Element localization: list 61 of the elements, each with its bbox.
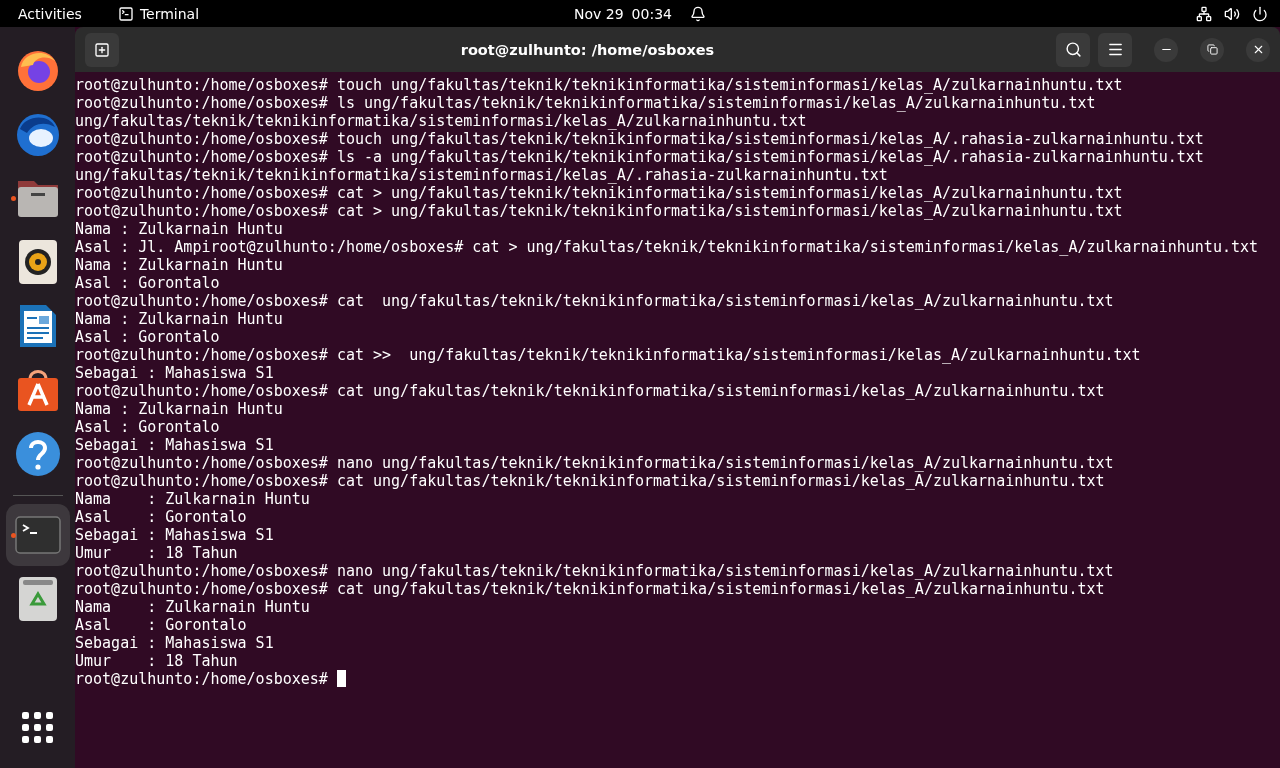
terminal-line: Nama : Zulkarnain Huntu [75, 310, 284, 328]
restore-button[interactable] [1200, 37, 1224, 62]
terminal-line: Sebagai : Mahasiswa S1 [75, 436, 275, 454]
terminal-line: Asal : Gorontalo [75, 274, 221, 292]
terminal-line: Nama : Zulkarnain Huntu [75, 256, 284, 274]
terminal-line: root@zulhunto:/home/osboxes# nano ung/fakultas/teknik/teknikinformatika/sisteminformasi/kelas_A/zulkarnainhuntu.txt [75, 454, 1115, 472]
search-icon [1064, 41, 1082, 58]
terminal-line: Umur : 18 Tahun [75, 652, 239, 670]
terminal-line: root@zulhunto:/home/osboxes# cat ung/fakultas/teknik/teknikinformatika/sisteminformasi/kelas_A/zulkarnainhuntu.txt [75, 472, 1106, 490]
terminal-line: Sebagai : Mahasiswa S1 [75, 634, 275, 652]
window-title: root@zulhunto: /home/osboxes [459, 41, 716, 58]
activities-button[interactable]: Activities [18, 5, 82, 22]
network-icon[interactable] [1196, 5, 1212, 22]
document-icon[interactable] [17, 303, 58, 349]
text-cursor [336, 670, 346, 687]
terminal-line: Nama : Zulkarnain Huntu [75, 490, 311, 508]
terminal-line: root@zulhunto:/home/osboxes# cat > ung/fakultas/teknik/teknikinformatika/sisteminformasi/kelas_A/zulkarnainhuntu.txt [75, 202, 1124, 220]
app-menu[interactable]: Terminal [117, 5, 200, 22]
terminal-line: root@zulhunto:/home/osboxes# touch ung/fakultas/teknik/teknikinformatika/sisteminformasi/kelas_A/zulkarnainhuntu.txt [75, 76, 1124, 94]
terminal-line: root@zulhunto:/home/osboxes# cat ung/fakultas/teknik/teknikinformatika/sisteminformasi/kelas_A/zulkarnainhuntu.txt [75, 292, 1115, 310]
terminal-line: Asal : Gorontalo [75, 508, 248, 526]
terminal-icon [117, 5, 134, 22]
app-grid-icon[interactable] [21, 712, 54, 744]
terminal-line: Nama : Zulkarnain Huntu [75, 400, 284, 418]
terminal-line: root@zulhunto:/home/osboxes# nano ung/fakultas/teknik/teknikinformatika/sisteminformasi/kelas_A/zulkarnainhuntu.txt [75, 562, 1115, 580]
terminal-line: Sebagai : Mahasiswa S1 [75, 526, 275, 544]
terminal-line: root@zulhunto:/home/osboxes# cat >> ung/fakultas/teknik/teknikinformatika/sisteminformasi/kelas_A/zulkarnainhuntu.txt [75, 346, 1142, 364]
terminal-line: ung/fakultas/teknik/teknikinformatika/sisteminformasi/kelas_A/.rahasia-zulkarnainhuntu.txt [75, 166, 889, 184]
terminal-line: Asal : Jl. Ampiroot@zulhunto:/home/osboxes# cat > ung/fakultas/teknik/teknikinformatika/sisteminformasi/kelas_A/zulkarnainhuntu.txt [75, 238, 1260, 256]
terminal-line: root@zulhunto:/home/osboxes# touch ung/fakultas/teknik/teknikinformatika/sisteminformasi/kelas_A/.rahasia-zulkarnainhuntu.txt [75, 130, 1205, 148]
power-icon[interactable] [1252, 5, 1268, 22]
terminal-line: Asal : Gorontalo [75, 616, 248, 634]
terminal-line: Nama : Zulkarnain Huntu [75, 220, 284, 238]
terminal-line: Umur : 18 Tahun [75, 544, 239, 562]
help-icon[interactable] [14, 431, 61, 477]
clock-date[interactable]: Nov 29 [574, 5, 624, 22]
terminal-line: root@zulhunto:/home/osboxes# cat ung/fakultas/teknik/teknikinformatika/sisteminformasi/kelas_A/zulkarnainhuntu.txt [75, 580, 1106, 598]
terminal-line: Nama : Zulkarnain Huntu [75, 598, 311, 616]
terminal-line: root@zulhunto:/home/osboxes# ls ung/fakultas/teknik/teknikinformatika/sisteminformasi/kelas_A/zulkarnainhuntu.txt [75, 94, 1097, 112]
bird-mail-icon[interactable] [14, 111, 61, 157]
terminal-icon[interactable] [14, 516, 61, 554]
terminal-line: root@zulhunto:/home/osboxes# cat ung/fakultas/teknik/teknikinformatika/sisteminformasi/kelas_A/zulkarnainhuntu.txt [75, 382, 1106, 400]
terminal-line: root@zulhunto:/home/osboxes# cat > ung/fakultas/teknik/teknikinformatika/sisteminformasi/kelas_A/zulkarnainhuntu.txt [75, 184, 1124, 202]
volume-icon[interactable] [1224, 5, 1240, 22]
restore-icon [1206, 44, 1218, 55]
new-tab-icon [94, 41, 110, 58]
menu-icon [1106, 41, 1124, 58]
trash-icon[interactable] [17, 576, 58, 622]
new-tab-button[interactable] [85, 32, 119, 67]
terminal-line: root@zulhunto:/home/osboxes# ls -a ung/fakultas/teknik/teknikinformatika/sisteminformasi/kelas_A/.rahasia-zulkarnainhuntu.txt [75, 148, 1205, 166]
search-button[interactable] [1056, 32, 1090, 67]
terminal-line: Sebagai : Mahasiswa S1 [75, 364, 275, 382]
clock-time[interactable]: 00:34 [631, 5, 672, 22]
close-button[interactable] [1246, 37, 1270, 62]
terminal-line: Asal : Gorontalo [75, 418, 221, 436]
menu-button[interactable] [1098, 32, 1132, 67]
speaker-icon[interactable] [17, 239, 58, 285]
bell-icon[interactable] [689, 5, 706, 22]
terminal-prompt: root@zulhunto:/home/osboxes# [75, 670, 329, 688]
terminal-line: Asal : Gorontalo [75, 328, 221, 346]
terminal-line: ung/fakultas/teknik/teknikinformatika/sisteminformasi/kelas_A/zulkarnainhuntu.txt [75, 112, 808, 130]
